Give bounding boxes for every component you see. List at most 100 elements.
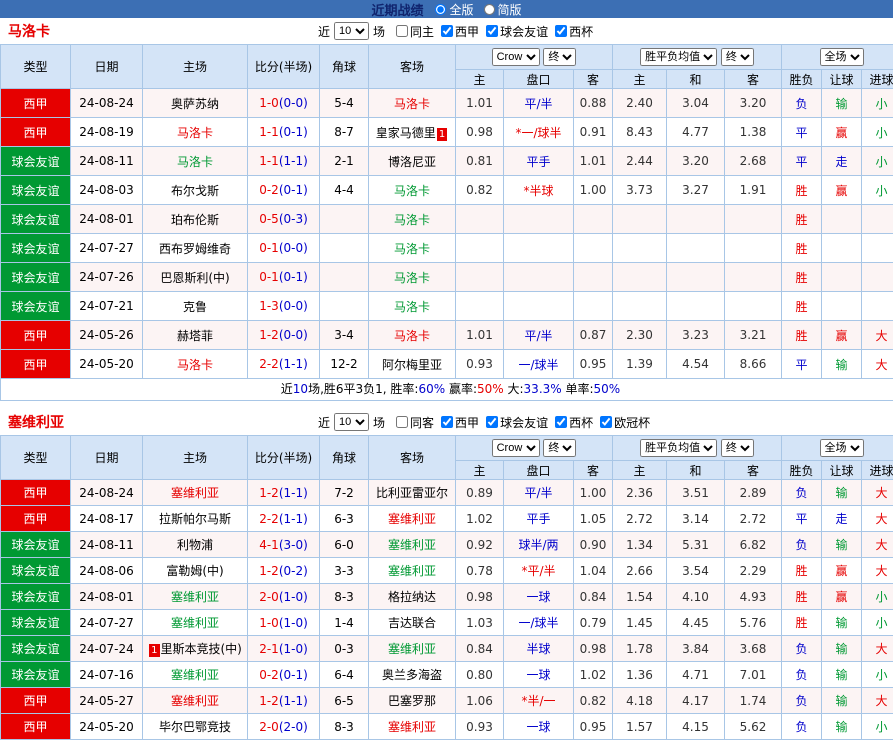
full-time-score: 1-0 (259, 96, 279, 110)
corner-cell (320, 234, 369, 263)
away-team-name: 马洛卡 (394, 300, 430, 314)
filter-checkbox[interactable] (441, 25, 453, 37)
filter-checkbox-option[interactable]: 西杯 (555, 414, 593, 431)
filter-checkbox[interactable] (486, 416, 498, 428)
corner-cell: 12-2 (320, 350, 369, 379)
filter-checkbox[interactable] (600, 416, 612, 428)
match-row: 球会友谊 24-08-06 富勒姆(中) 1-2(0-2) 3-3 塞维利亚 0… (1, 558, 893, 584)
date-cell: 24-08-01 (71, 584, 143, 610)
avg-home-cell: 2.72 (613, 506, 667, 532)
home-team-name: 赫塔菲 (177, 329, 213, 343)
fullmatch-select[interactable]: 全场 (820, 439, 864, 457)
col-odds-away: 客 (574, 70, 613, 89)
filter-checkbox-option[interactable]: 同主 (396, 23, 434, 40)
odds-final-select[interactable]: 终 (543, 48, 576, 66)
odds-company-select[interactable]: Crow (492, 48, 540, 66)
avg-final-select[interactable]: 终 (721, 48, 754, 66)
full-time-score: 0-5 (259, 212, 279, 226)
full-time-score: 1-3 (259, 299, 279, 313)
date-cell: 24-05-27 (71, 688, 143, 714)
filter-checkbox[interactable] (555, 25, 567, 37)
filter-checkbox-option[interactable]: 球会友谊 (486, 414, 548, 431)
handicap-cell (504, 263, 574, 292)
version-radio-option[interactable]: 简版 (484, 1, 522, 18)
score-cell: 0-5(0-3) (248, 205, 320, 234)
match-row: 西甲 24-08-24 塞维利亚 1-2(1-1) 7-2 比利亚雷亚尔 0.8… (1, 480, 893, 506)
handicap-result-cell (822, 205, 862, 234)
col-odds-away: 客 (574, 461, 613, 480)
odds-away-cell: 1.01 (574, 147, 613, 176)
result-cell: 负 (782, 636, 822, 662)
score-cell: 1-2(0-0) (248, 321, 320, 350)
matches-table: 类型 日期 主场 比分(半场) 角球 客场 Crow 终 胜平负均值 终 全场 (0, 435, 893, 740)
handicap-result-cell: 输 (822, 636, 862, 662)
odds-home-cell: 0.93 (456, 350, 504, 379)
col-score: 比分(半场) (248, 45, 320, 89)
filter-checkbox[interactable] (555, 416, 567, 428)
goals-cell: 大 (862, 688, 893, 714)
filter-checkbox[interactable] (396, 25, 408, 37)
result-group-header: 全场 (782, 436, 893, 461)
away-team-cell: 马洛卡 (369, 263, 456, 292)
filter-checkbox-option[interactable]: 球会友谊 (486, 23, 548, 40)
section-gap (0, 401, 893, 409)
odds-company-select[interactable]: Crow (492, 439, 540, 457)
match-count-select[interactable]: 10 (334, 22, 369, 40)
col-handicap-result: 让球 (822, 461, 862, 480)
league-cell: 球会友谊 (1, 205, 71, 234)
avg-draw-cell: 4.45 (667, 610, 725, 636)
result-cell: 胜 (782, 558, 822, 584)
avg-select[interactable]: 胜平负均值 (640, 439, 717, 457)
away-team-name: 塞维利亚 (388, 642, 436, 656)
avg-final-select[interactable]: 终 (721, 439, 754, 457)
handicap-cell: 半球 (504, 636, 574, 662)
handicap-result-cell: 输 (822, 480, 862, 506)
filter-checkbox-option[interactable]: 欧冠杯 (600, 414, 650, 431)
filter-checkbox-label: 球会友谊 (500, 23, 548, 40)
filter-checkbox-label: 西杯 (569, 414, 593, 431)
col-handicap: 盘口 (504, 70, 574, 89)
handicap-cell (504, 292, 574, 321)
away-team-cell: 马洛卡 (369, 176, 456, 205)
home-team-cell: 富勒姆(中) (143, 558, 248, 584)
date-cell: 24-08-03 (71, 176, 143, 205)
avg-select[interactable]: 胜平负均值 (640, 48, 717, 66)
near-label: 近 (318, 414, 330, 431)
filter-checkbox[interactable] (396, 416, 408, 428)
odds-final-select[interactable]: 终 (543, 439, 576, 457)
version-radio[interactable] (484, 4, 495, 15)
filter-checkbox[interactable] (441, 416, 453, 428)
avg-away-cell: 5.76 (725, 610, 782, 636)
avg-draw-cell: 5.31 (667, 532, 725, 558)
handicap-cell: 一球 (504, 714, 574, 740)
date-cell: 24-07-24 (71, 636, 143, 662)
handicap-cell: *平/半 (504, 558, 574, 584)
handicap-result-cell (822, 234, 862, 263)
filter-checkbox-option[interactable]: 西杯 (555, 23, 593, 40)
away-team-name: 巴塞罗那 (388, 694, 436, 708)
col-home: 主场 (143, 45, 248, 89)
summary-segment: 10 (293, 382, 308, 396)
home-team-name: 奥萨苏纳 (171, 97, 219, 111)
goals-cell: 大 (862, 506, 893, 532)
avg-home-cell: 1.36 (613, 662, 667, 688)
avg-draw-cell (667, 234, 725, 263)
fullmatch-select[interactable]: 全场 (820, 48, 864, 66)
full-time-score: 2-0 (259, 590, 279, 604)
filter-checkbox-option[interactable]: 西甲 (441, 414, 479, 431)
avg-home-cell: 1.54 (613, 584, 667, 610)
match-count-select[interactable]: 10 (334, 413, 369, 431)
goals-cell: 小 (862, 610, 893, 636)
full-time-score: 0-1 (259, 270, 279, 284)
full-time-score: 1-2 (259, 486, 279, 500)
version-radio-option[interactable]: 全版 (435, 1, 473, 18)
home-team-name: 毕尔巴鄂竞技 (159, 720, 231, 734)
version-radio[interactable] (435, 4, 446, 15)
filter-checkbox-option[interactable]: 西甲 (441, 23, 479, 40)
odds-home-cell: 0.81 (456, 147, 504, 176)
filter-checkbox[interactable] (486, 25, 498, 37)
avg-draw-cell: 3.23 (667, 321, 725, 350)
goals-cell: 小 (862, 584, 893, 610)
filter-checkbox-option[interactable]: 同客 (396, 414, 434, 431)
league-cell: 西甲 (1, 714, 71, 740)
